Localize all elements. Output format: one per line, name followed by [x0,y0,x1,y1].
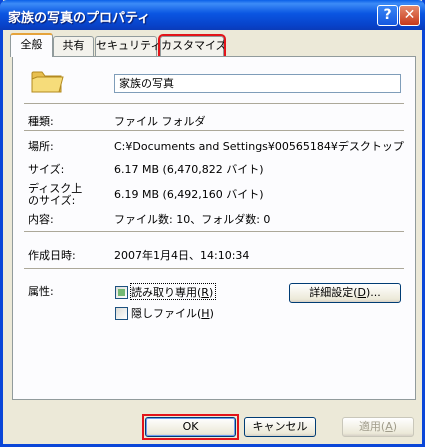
tab-customize[interactable]: カスタマイズ [158,34,227,58]
cancel-button[interactable]: キャンセル [244,417,316,437]
attributes-label: 属性: [28,285,54,298]
disk-size-value: 6.19 MB (6,492,160 バイト) [114,188,264,201]
size-value: 6.17 MB (6,470,822 バイト) [114,163,264,176]
contents-value: ファイル数: 10、フォルダ数: 0 [114,213,271,226]
separator [24,103,404,104]
hidden-checkbox[interactable] [115,307,128,320]
readonly-checkbox[interactable] [115,286,128,299]
properties-window: 家族の写真のプロパティ ? ✕ 全般 共有 セキュリティ カスタマイズ 家族の写… [0,0,425,447]
size-label: サイズ: [28,163,65,176]
type-label: 種類: [28,115,54,128]
apply-button[interactable]: 適用(A) [342,417,414,437]
general-panel: 家族の写真 種類: ファイル フォルダ 場所: C:¥Documents and… [12,56,416,400]
hidden-label[interactable]: 隠しファイル(H) [131,305,214,321]
separator [24,268,404,269]
tab-general[interactable]: 全般 [10,33,53,57]
created-value: 2007年1月4日、14:10:34 [114,249,250,262]
location-value: C:¥Documents and Settings¥00565184¥デスクトッ… [114,140,404,153]
readonly-label[interactable]: 読み取り専用(R) [131,284,213,300]
separator [24,231,404,232]
close-button[interactable]: ✕ [399,5,420,26]
tab-security[interactable]: セキュリティ [95,36,161,56]
type-value: ファイル フォルダ [114,115,206,128]
window-title: 家族の写真のプロパティ [8,11,151,26]
location-label: 場所: [28,140,54,153]
contents-label: 内容: [28,213,54,226]
created-label: 作成日時: [28,249,76,262]
ok-button[interactable]: OK [145,417,236,437]
advanced-button[interactable]: 詳細設定(D)... [289,283,401,303]
folder-name-input[interactable]: 家族の写真 [114,74,401,93]
separator [24,130,404,131]
disk-size-label-2: のサイズ: [28,194,76,207]
tab-sharing[interactable]: 共有 [53,36,94,56]
folder-icon [31,71,64,93]
title-bar[interactable]: 家族の写真のプロパティ ? ✕ [0,0,425,30]
help-button[interactable]: ? [377,5,398,26]
